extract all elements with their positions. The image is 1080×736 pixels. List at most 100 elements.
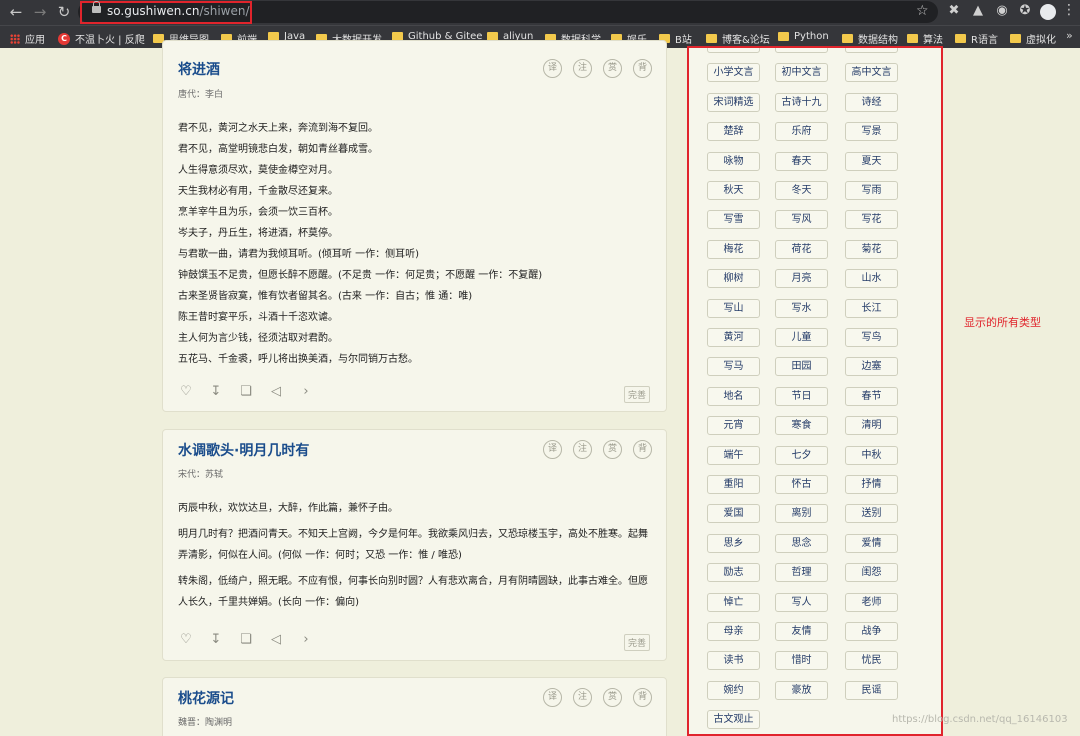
type-tag[interactable]: 婉约 bbox=[707, 680, 760, 700]
type-tag[interactable]: 战争 bbox=[845, 622, 898, 641]
type-tag[interactable]: 重阳 bbox=[707, 475, 760, 494]
bookmarks-more-icon[interactable]: » bbox=[1066, 29, 1073, 42]
type-tag[interactable]: 闺怨 bbox=[845, 563, 898, 583]
type-tag[interactable]: 月亮 bbox=[775, 269, 828, 289]
bookmark-folder[interactable]: Python bbox=[778, 31, 829, 42]
bookmark-item[interactable]: C 不温卜火 | 反爬 bbox=[58, 31, 145, 46]
type-tag[interactable]: 地名 bbox=[707, 386, 760, 406]
type-tag[interactable]: 送别 bbox=[845, 504, 898, 524]
extension-circle-icon[interactable]: ◉ bbox=[994, 3, 1010, 19]
annotate-button[interactable]: 注 bbox=[573, 688, 592, 707]
translate-button[interactable]: 译 bbox=[543, 440, 562, 459]
poem-source[interactable]: 魏晋：陶渊明 bbox=[178, 715, 232, 728]
type-tag[interactable]: 写风 bbox=[775, 210, 828, 230]
lock-icon[interactable] bbox=[92, 1, 101, 13]
type-tag[interactable]: 豪放 bbox=[775, 680, 828, 700]
complete-button[interactable]: 完善 bbox=[623, 634, 650, 651]
poem-title[interactable]: 将进酒 bbox=[178, 59, 220, 79]
recite-button[interactable]: 背 bbox=[633, 688, 652, 707]
type-tag[interactable]: 忧民 bbox=[845, 651, 898, 671]
bookmark-folder[interactable]: 虚拟化 bbox=[1010, 31, 1056, 46]
poem-title[interactable]: 桃花源记 bbox=[178, 688, 234, 708]
extensions-puzzle-icon[interactable]: ✪ bbox=[1017, 3, 1033, 19]
type-tag[interactable]: 思乡 bbox=[707, 533, 760, 553]
download-icon[interactable]: ↧ bbox=[208, 632, 224, 648]
poem-source[interactable]: 唐代：李白 bbox=[178, 87, 223, 100]
type-tag[interactable]: 哲理 bbox=[775, 563, 828, 583]
type-tag[interactable]: 荷花 bbox=[775, 239, 828, 259]
type-tag[interactable]: 古诗十九 bbox=[775, 92, 828, 112]
complete-button[interactable]: 完善 bbox=[623, 386, 650, 403]
download-icon[interactable]: ↧ bbox=[208, 384, 224, 400]
type-tag[interactable]: 写水 bbox=[775, 298, 828, 318]
type-tag[interactable]: 写鸟 bbox=[845, 328, 898, 347]
back-arrow-icon[interactable]: ← bbox=[6, 2, 26, 22]
recite-button[interactable]: 背 bbox=[633, 59, 652, 78]
speaker-icon[interactable]: ◁ bbox=[268, 632, 284, 648]
type-tag[interactable]: 小学古诗 bbox=[707, 48, 760, 53]
type-tag[interactable]: 咏物 bbox=[707, 151, 760, 171]
bookmark-star-icon[interactable]: ☆ bbox=[916, 3, 929, 19]
type-tag[interactable]: 民谣 bbox=[845, 680, 898, 700]
type-tag[interactable]: 母亲 bbox=[707, 622, 760, 641]
type-tag[interactable]: 边塞 bbox=[845, 357, 898, 377]
type-tag[interactable]: 老师 bbox=[845, 592, 898, 612]
type-tag[interactable]: 节日 bbox=[775, 386, 828, 406]
type-tag[interactable]: 小学文言 bbox=[707, 63, 760, 83]
extension-x-icon[interactable]: ✖ bbox=[946, 3, 962, 19]
type-tag[interactable]: 七夕 bbox=[775, 445, 828, 465]
type-tag[interactable]: 高中古诗 bbox=[845, 48, 898, 53]
speaker-icon[interactable]: ◁ bbox=[268, 384, 284, 400]
type-tag[interactable]: 写人 bbox=[775, 592, 828, 612]
more-circle-icon[interactable]: › bbox=[298, 632, 314, 648]
heart-icon[interactable]: ♡ bbox=[178, 632, 194, 648]
type-tag[interactable]: 冬天 bbox=[775, 181, 828, 200]
type-tag[interactable]: 宋词精选 bbox=[707, 92, 760, 112]
type-tag[interactable]: 端午 bbox=[707, 445, 760, 465]
appreciate-button[interactable]: 赏 bbox=[603, 688, 622, 707]
appreciate-button[interactable]: 赏 bbox=[603, 440, 622, 459]
type-tag[interactable]: 春节 bbox=[845, 386, 898, 406]
type-tag[interactable]: 诗经 bbox=[845, 92, 898, 112]
type-tag[interactable]: 楚辞 bbox=[707, 122, 760, 142]
type-tag[interactable]: 写景 bbox=[845, 122, 898, 142]
translate-button[interactable]: 译 bbox=[543, 59, 562, 78]
browser-menu-icon[interactable]: ⋮ bbox=[1062, 2, 1076, 18]
more-circle-icon[interactable]: › bbox=[298, 384, 314, 400]
type-tag[interactable]: 友情 bbox=[775, 622, 828, 641]
type-tag[interactable]: 抒情 bbox=[845, 475, 898, 494]
poem-source[interactable]: 宋代：苏轼 bbox=[178, 467, 223, 480]
poem-title[interactable]: 水调歌头·明月几时有 bbox=[178, 440, 309, 460]
type-tag[interactable]: 春天 bbox=[775, 151, 828, 171]
annotate-button[interactable]: 注 bbox=[573, 440, 592, 459]
type-tag[interactable]: 励志 bbox=[707, 563, 760, 583]
type-tag[interactable]: 爱情 bbox=[845, 533, 898, 553]
type-tag[interactable]: 写雪 bbox=[707, 210, 760, 230]
type-tag[interactable]: 梅花 bbox=[707, 239, 760, 259]
type-tag[interactable]: 柳树 bbox=[707, 269, 760, 289]
type-tag[interactable]: 夏天 bbox=[845, 151, 898, 171]
type-tag[interactable]: 菊花 bbox=[845, 239, 898, 259]
type-tag[interactable]: 中秋 bbox=[845, 445, 898, 465]
type-tag[interactable]: 古文观止 bbox=[707, 710, 760, 730]
annotate-button[interactable]: 注 bbox=[573, 59, 592, 78]
type-tag[interactable]: 写花 bbox=[845, 210, 898, 230]
copy-icon[interactable]: ❏ bbox=[238, 384, 254, 400]
type-tag[interactable]: 黄河 bbox=[707, 328, 760, 347]
copy-icon[interactable]: ❏ bbox=[238, 632, 254, 648]
type-tag[interactable]: 思念 bbox=[775, 533, 828, 553]
type-tag[interactable]: 读书 bbox=[707, 651, 760, 671]
bookmark-folder[interactable]: R语言 bbox=[955, 31, 998, 46]
type-tag[interactable]: 写雨 bbox=[845, 181, 898, 200]
type-tag[interactable]: 悼亡 bbox=[707, 592, 760, 612]
type-tag[interactable]: 初中古诗 bbox=[775, 48, 828, 53]
type-tag[interactable]: 田园 bbox=[775, 357, 828, 377]
type-tag[interactable]: 山水 bbox=[845, 269, 898, 289]
bookmark-folder[interactable]: 数据结构 bbox=[842, 31, 898, 46]
type-tag[interactable]: 写山 bbox=[707, 298, 760, 318]
appreciate-button[interactable]: 赏 bbox=[603, 59, 622, 78]
type-tag[interactable]: 爱国 bbox=[707, 504, 760, 524]
heart-icon[interactable]: ♡ bbox=[178, 384, 194, 400]
type-tag[interactable]: 寒食 bbox=[775, 416, 828, 436]
recite-button[interactable]: 背 bbox=[633, 440, 652, 459]
